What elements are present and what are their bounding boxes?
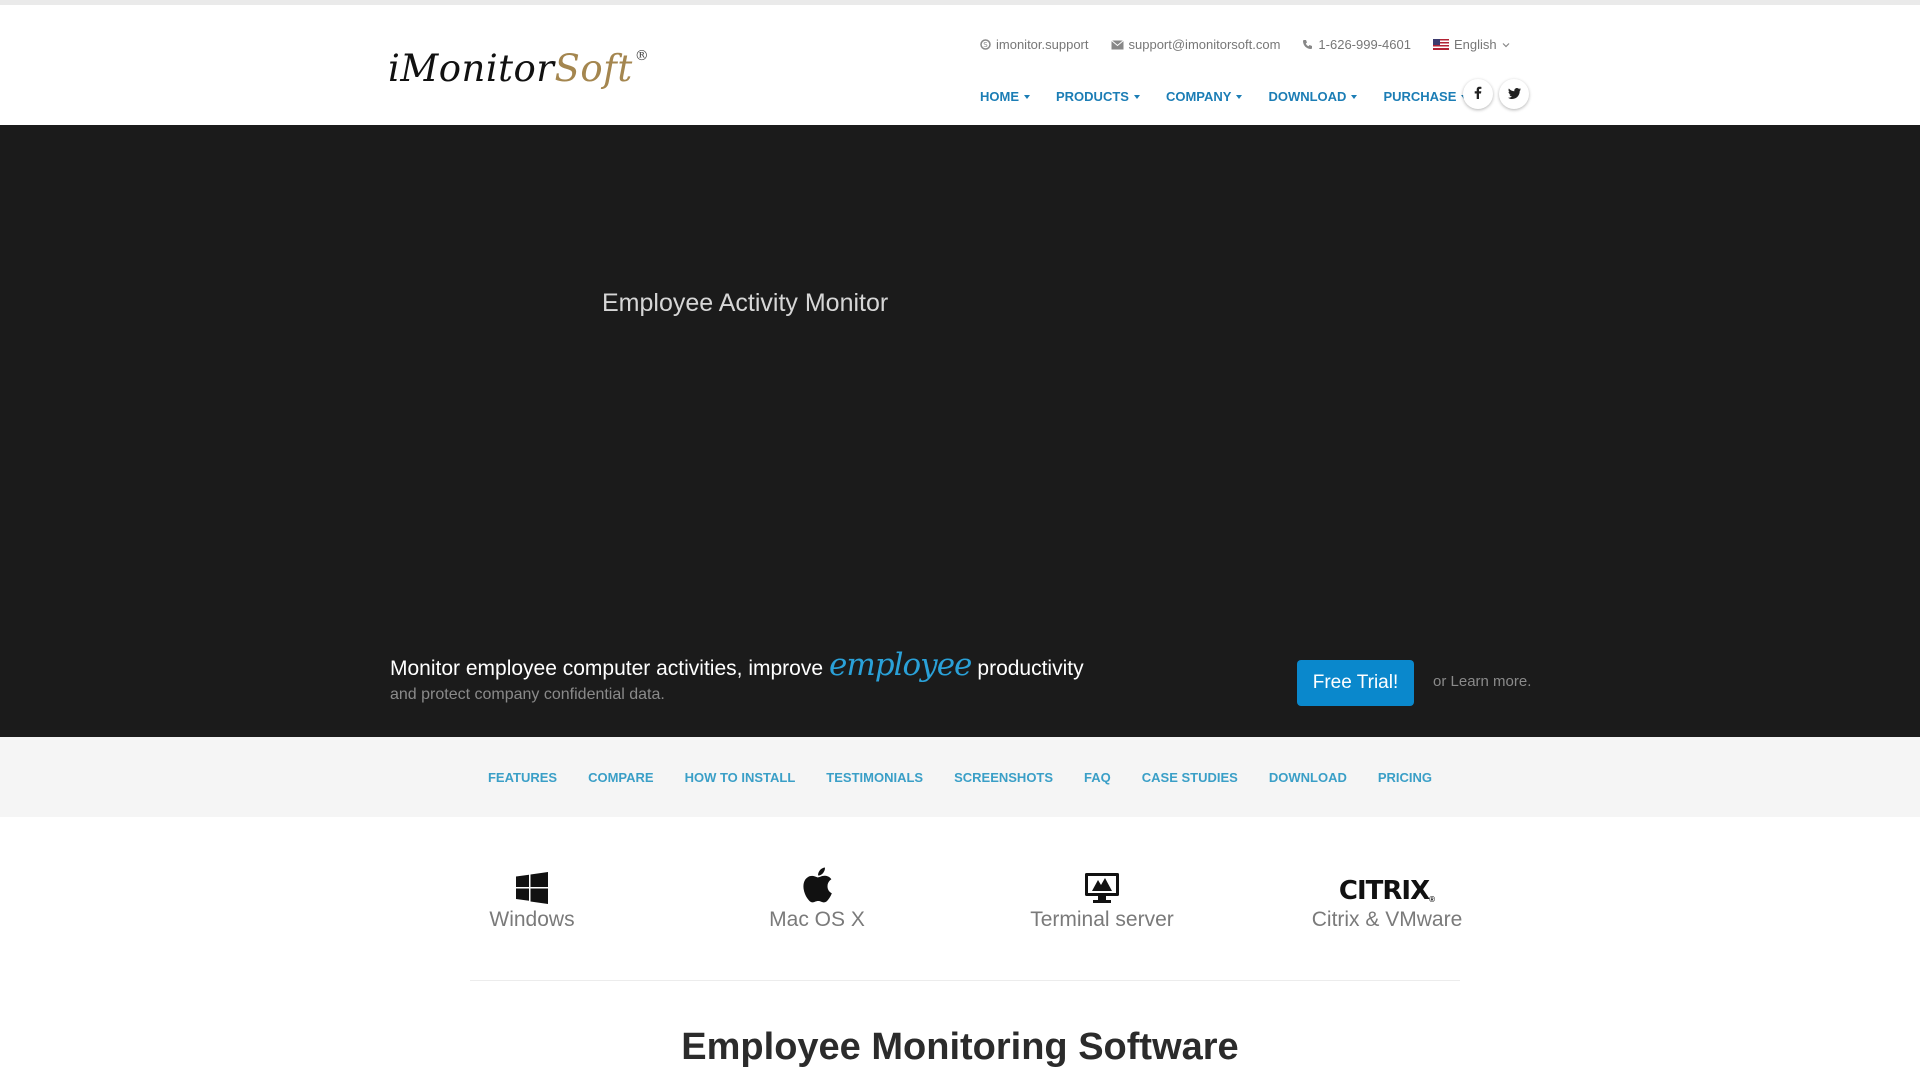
citrix-logo: CITRIX ® (1338, 876, 1436, 906)
nav-home[interactable]: HOME (980, 89, 1030, 104)
envelope-icon (1110, 39, 1124, 50)
phone-contact[interactable]: 1-626-999-4601 (1302, 37, 1411, 52)
nav-company-label: COMPANY (1165, 89, 1232, 104)
nav-home-label: HOME (980, 89, 1019, 104)
nav-company[interactable]: COMPANY (1165, 89, 1243, 104)
hero-section: Employee Activity Monitor Monitor employ… (0, 125, 1920, 737)
section-title: Employee Monitoring Software (681, 1026, 1239, 1068)
nav-download[interactable]: DOWNLOAD (1268, 89, 1358, 104)
caret-down-icon (1133, 94, 1140, 99)
nav-download-label: DOWNLOAD (1268, 89, 1347, 104)
email-text: support@imonitorsoft.com (1128, 37, 1281, 52)
subnav-features[interactable]: FEATURES (488, 770, 557, 785)
platform-windows[interactable]: Windows (412, 860, 652, 932)
caret-down-icon (1351, 94, 1358, 99)
video-title[interactable]: Employee Activity Monitor (602, 289, 888, 318)
twitter-button[interactable] (1499, 79, 1529, 109)
hero-subheadline: and protect company confidential data. (390, 686, 665, 703)
skype-text: imonitor.support (996, 37, 1089, 52)
platform-terminal-server[interactable]: Terminal server (982, 860, 1222, 932)
monitor-icon (982, 860, 1222, 904)
logo-main-text: iMonitor (388, 47, 555, 90)
subnav-pricing[interactable]: PRICING (1378, 770, 1432, 785)
platform-citrix-label: Citrix & VMware (1311, 908, 1463, 931)
nav-products-label: PRODUCTS (1056, 89, 1129, 104)
subnav-download[interactable]: DOWNLOAD (1269, 770, 1347, 785)
main-nav: HOME PRODUCTS COMPANY DOWNLOAD PURCHASE (980, 89, 1468, 104)
windows-icon (412, 860, 652, 904)
phone-text: 1-626-999-4601 (1318, 37, 1411, 52)
platform-windows-label: Windows (489, 908, 575, 931)
phone-icon (1302, 39, 1313, 50)
hero-headline: Monitor employee computer activities, im… (390, 647, 1084, 683)
platform-mac[interactable]: Mac OS X (697, 860, 937, 932)
learn-more-link[interactable]: or Learn more. (1433, 673, 1531, 690)
skype-contact[interactable]: S imonitor.support (980, 37, 1089, 52)
caret-down-icon (1024, 94, 1030, 99)
subnav-compare[interactable]: COMPARE (588, 770, 653, 785)
language-selector[interactable]: English (1432, 37, 1510, 52)
site-header: iMonitorSoft ® S imonitor.support support… (0, 5, 1920, 125)
email-contact[interactable]: support@imonitorsoft.com (1110, 37, 1281, 52)
subnav-screenshots[interactable]: SCREENSHOTS (954, 770, 1053, 785)
product-subnav: FEATURES COMPARE HOW TO INSTALL TESTIMON… (0, 737, 1920, 817)
subnav-how-to-install[interactable]: HOW TO INSTALL (685, 770, 796, 785)
subnav-case-studies[interactable]: CASE STUDIES (1142, 770, 1238, 785)
contact-bar: S imonitor.support support@imonitorsoft.… (980, 37, 1510, 52)
apple-icon (697, 860, 937, 904)
facebook-button[interactable] (1463, 79, 1493, 109)
hero-headline-start: Monitor employee computer activities, im… (390, 657, 824, 680)
subnav-faq[interactable]: FAQ (1084, 770, 1111, 785)
svg-text:S: S (983, 41, 988, 49)
twitter-icon (1507, 86, 1521, 102)
hero-headline-script-word: employee (829, 647, 972, 683)
section-divider (470, 980, 1460, 981)
language-label: English (1453, 37, 1497, 52)
site-logo[interactable]: iMonitorSoft ® (388, 47, 649, 90)
hero-headline-end: productivity (977, 657, 1084, 680)
caret-down-icon (1236, 94, 1243, 99)
skype-icon: S (980, 39, 991, 50)
platform-citrix[interactable]: CITRIX ® Citrix & VMware (1267, 860, 1507, 932)
logo-accent-text: Soft (554, 47, 633, 90)
nav-purchase[interactable]: PURCHASE (1383, 89, 1468, 104)
platform-terminal-server-label: Terminal server (1030, 908, 1174, 931)
free-trial-button[interactable]: Free Trial! (1297, 660, 1414, 706)
chevron-down-icon (1502, 42, 1510, 48)
platform-mac-label: Mac OS X (769, 908, 865, 931)
social-links (1463, 79, 1529, 109)
facebook-icon (1474, 86, 1482, 102)
citrix-logo-text: CITRIX (1338, 876, 1430, 906)
us-flag-icon (1432, 39, 1449, 50)
logo-registered-mark: ® (634, 47, 650, 64)
subnav-testimonials[interactable]: TESTIMONIALS (826, 770, 923, 785)
nav-purchase-label: PURCHASE (1383, 89, 1457, 104)
nav-products[interactable]: PRODUCTS (1056, 89, 1140, 104)
